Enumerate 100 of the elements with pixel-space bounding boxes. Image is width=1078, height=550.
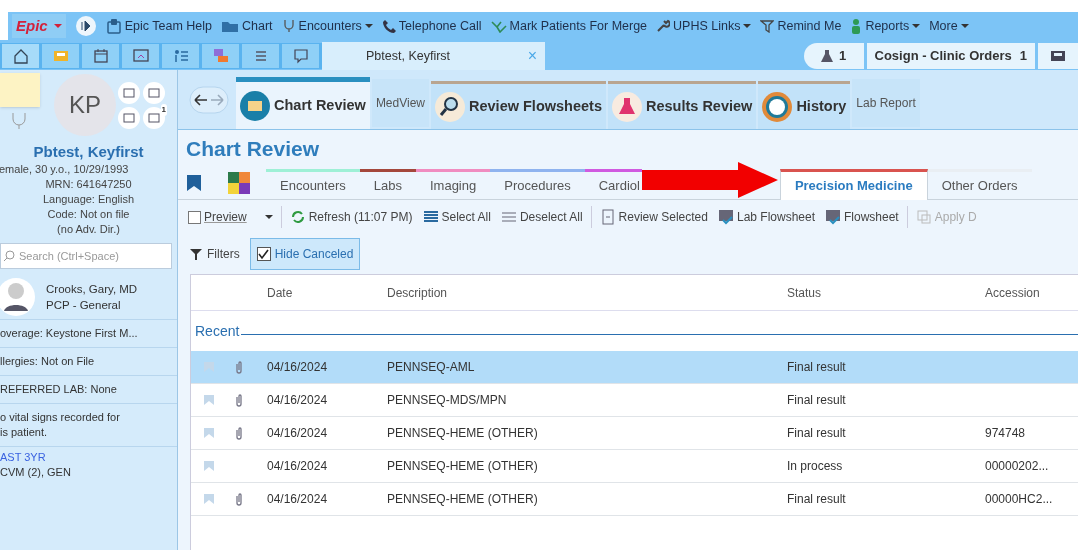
check-icon <box>258 248 270 260</box>
inbox-icon <box>52 48 69 64</box>
menu-item[interactable]: Remind Me <box>760 14 842 38</box>
tray-icon <box>1050 49 1066 63</box>
table-cell-text: Final result <box>787 491 847 508</box>
preview-checkbox[interactable]: Preview <box>186 204 275 230</box>
patient-summary-item[interactable]: REFERRED LAB: None <box>0 375 177 403</box>
calendar-button[interactable] <box>82 44 119 68</box>
category-tab[interactable]: Imaging <box>415 169 491 199</box>
toolbar-button[interactable]: Select All <box>420 204 493 230</box>
flask-icon <box>820 49 833 63</box>
pcp-name[interactable]: Crooks, Gary, MD <box>46 281 138 297</box>
activity-tab[interactable]: MedView <box>371 79 429 127</box>
column-header[interactable]: Date <box>267 283 387 302</box>
table-cell-text: 04/16/2024 <box>267 392 329 409</box>
menu-item[interactable]: Encounters <box>281 14 373 38</box>
checkbox[interactable] <box>188 210 201 224</box>
cosign-button[interactable]: Cosign - Clinic Orders 1 <box>866 43 1035 69</box>
table-cell-text: In process <box>787 458 844 475</box>
column-header[interactable]: Description <box>387 283 787 302</box>
flask-badge-icon <box>612 91 642 122</box>
table-cell-text: PENNSEQ-HEME (OTHER) <box>387 458 539 475</box>
table-cell-text: Final result <box>787 359 847 376</box>
table-cell-text: PENNSEQ-AML <box>387 359 476 376</box>
table-cell-text: PENNSEQ-MDS/MPN <box>387 392 508 409</box>
activity-tab[interactable]: Chart Review <box>236 77 370 129</box>
menu-item[interactable]: Reports <box>850 14 921 38</box>
activity-tab[interactable]: Results Review <box>608 81 757 129</box>
menu-item[interactable]: Epic Team Help <box>105 14 212 38</box>
patient-detail: Language: English <box>41 192 136 207</box>
search-field[interactable]: Search (Ctrl+Space) <box>0 243 172 269</box>
patient-workspace-tab[interactable]: Pbtest, Keyfirst × <box>322 42 545 70</box>
home-icon <box>12 48 29 64</box>
notification-count: 1 <box>160 103 167 116</box>
patient-summary-item[interactable]: llergies: Not on File <box>0 347 177 375</box>
flowsheet-icon <box>825 209 841 225</box>
activity-tab[interactable]: Lab Report <box>852 79 920 127</box>
chat-icon <box>212 48 229 64</box>
toolbar-button[interactable]: Deselect All <box>498 204 585 230</box>
chart-badge-icon <box>240 90 270 121</box>
caret-icon <box>264 214 273 220</box>
patient-detail: emale, 30 y.o., 10/29/1993 <box>0 162 130 177</box>
group-heading: Recent <box>195 321 240 341</box>
clock-badge-icon <box>762 91 793 122</box>
menu-item[interactable]: Chart <box>221 14 273 38</box>
toolbar-button[interactable]: Flowsheet <box>823 204 901 230</box>
comment-icon <box>292 48 309 64</box>
flag-button[interactable]: 1 <box>143 106 165 129</box>
flowsheet-icon <box>717 209 734 225</box>
table-row[interactable]: 04/16/2024 PENNSEQ-HEME (OTHER) Final result 974748 <box>191 417 1078 450</box>
inbox-button[interactable] <box>1038 43 1078 69</box>
pcp-role: PCP - General <box>46 298 122 313</box>
activity-tab[interactable]: Review Flowsheets <box>431 81 606 129</box>
hide-canceled-toggle[interactable]: Hide Canceled <box>249 238 361 270</box>
patient-detail: (no Adv. Dir.) <box>56 222 121 237</box>
list-button[interactable] <box>162 44 199 68</box>
category-tab[interactable]: Labs <box>359 169 416 199</box>
screen-button[interactable] <box>122 44 159 68</box>
category-tab[interactable]: Precision Medicine <box>779 169 928 200</box>
menu-item[interactable]: UPHS Links <box>656 14 752 38</box>
menu-item[interactable]: Telephone Call <box>381 14 482 38</box>
filters-button[interactable]: Filters <box>190 245 240 263</box>
filter-icon <box>190 248 202 260</box>
slash-box-button[interactable] <box>118 106 140 129</box>
list-icon <box>172 48 189 64</box>
menu-item[interactable]: More <box>929 14 969 38</box>
category-tab[interactable]: Other Orders <box>927 169 1032 199</box>
table-cell-text: Final result <box>787 425 847 442</box>
bookmark-icon <box>186 174 202 192</box>
category-tab[interactable]: Encounters <box>266 169 360 199</box>
table-row[interactable]: 04/16/2024 PENNSEQ-HEME (OTHER) Final result 00000HC2... <box>191 483 1078 516</box>
activity-tab[interactable]: History <box>758 81 851 129</box>
table-row[interactable]: 04/16/2024 PENNSEQ-HEME (OTHER) In process 00000202... <box>191 450 1078 483</box>
chat-button[interactable] <box>202 44 239 68</box>
category-tab[interactable]: Procedures <box>490 169 585 199</box>
menu-button[interactable] <box>242 44 279 68</box>
menu-item[interactable]: Mark Patients For Merge <box>490 14 648 38</box>
phone-icon <box>381 18 396 34</box>
back-forward-arrows-icon <box>189 85 229 114</box>
home-button[interactable] <box>2 44 39 68</box>
comment-button[interactable] <box>282 44 319 68</box>
table-cell-text: 04/16/2024 <box>267 425 329 442</box>
toolbar-button[interactable]: Refresh (11:07 PM) <box>287 204 415 230</box>
patient-summary-item[interactable]: o vital signs recorded for is patient. <box>0 403 177 446</box>
apply-icon <box>915 209 932 225</box>
wrench-icon <box>656 19 671 33</box>
table-row[interactable]: 04/16/2024 PENNSEQ-MDS/MPN Final result <box>191 384 1078 417</box>
toolbar-button[interactable]: Lab Flowsheet <box>715 204 817 230</box>
patient-summary-item[interactable]: overage: Keystone First M... <box>0 319 177 347</box>
lab-results-button[interactable]: 1 <box>803 43 864 69</box>
pen-button[interactable] <box>143 81 165 104</box>
table-row[interactable]: 04/16/2024 PENNSEQ-AML Final result <box>191 351 1078 384</box>
toolbar-button[interactable]: Review Selected <box>597 204 710 230</box>
patient-name[interactable]: Pbtest, Keyfirst <box>0 142 177 162</box>
column-header[interactable]: Status <box>787 283 985 302</box>
search-icon <box>3 250 15 262</box>
grid-avatar-icon <box>228 172 250 194</box>
envelope-button[interactable] <box>118 81 140 104</box>
column-header[interactable]: Accession <box>985 283 1078 302</box>
screen-icon <box>132 48 149 64</box>
